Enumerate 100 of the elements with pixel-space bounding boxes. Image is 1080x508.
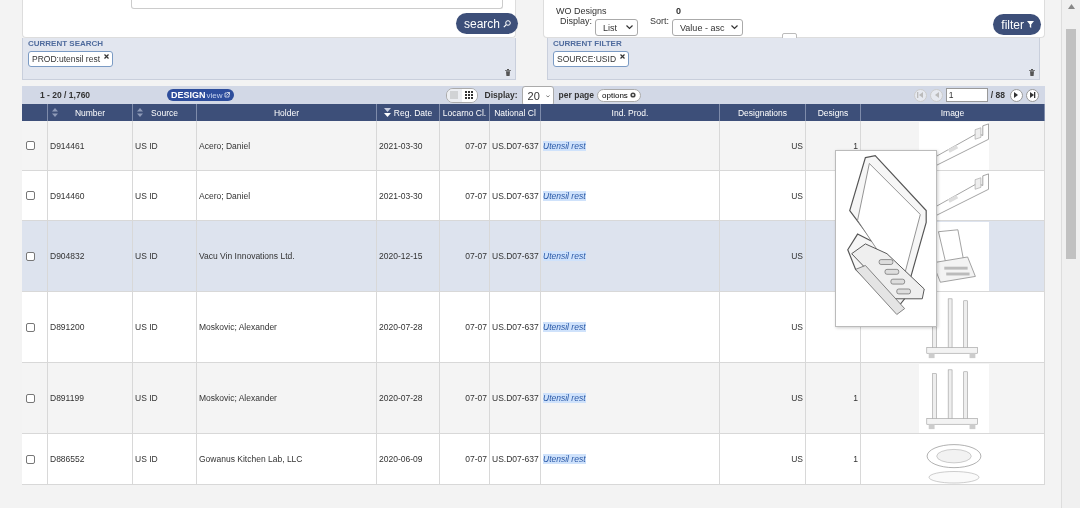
sort-icon[interactable]: [52, 108, 58, 117]
table-row[interactable]: D886552 US ID Gowanus Kitchen Lab, LLC 2020-06-09 07-07 US.D07-637 Utensil rest US 1: [22, 434, 1045, 485]
row-checkbox[interactable]: [26, 393, 35, 403]
table-cell: D891200: [50, 322, 85, 332]
table-cell: US.D07-637: [492, 322, 539, 332]
view-toggle[interactable]: [446, 88, 462, 102]
column-header[interactable]: Image: [861, 104, 1045, 121]
options-button[interactable]: options: [597, 88, 641, 102]
column-header[interactable]: National Cl: [490, 104, 541, 121]
table-cell: US.D07-637: [492, 251, 539, 261]
table-cell: US ID: [135, 140, 158, 151]
close-icon[interactable]: [620, 54, 626, 59]
table-cell: US ID: [135, 251, 158, 261]
table-row[interactable]: D891200 US ID Moskovic; Alexander 2020-07-28 07-07 US.D07-637 Utensil rest US: [22, 292, 1045, 363]
table-cell: US: [791, 322, 803, 332]
funnel-icon: [1027, 21, 1034, 28]
table-cell: 2020-07-28: [379, 393, 423, 403]
table-cell: 2020-07-28: [379, 322, 423, 332]
design-view-button[interactable]: DESIGNview: [167, 89, 234, 101]
table-cell: 1: [853, 393, 858, 403]
table-cell: 1: [853, 140, 858, 151]
product-link[interactable]: Utensil rest: [543, 140, 586, 151]
criteria-tag[interactable]: SOURCE:USID: [553, 51, 630, 67]
trash-icon[interactable]: [1029, 69, 1035, 76]
next-page-button[interactable]: [1010, 88, 1023, 102]
panel-title: CURRENT FILTER: [553, 39, 623, 48]
row-checkbox[interactable]: [26, 141, 35, 150]
table-cell: US ID: [135, 190, 158, 201]
display-select[interactable]: List: [595, 19, 638, 36]
per-page-label: per page: [558, 90, 595, 100]
column-header: [22, 104, 48, 121]
table-cell: US.D07-637: [492, 454, 539, 464]
table-cell: Acero; Daniel: [199, 140, 251, 151]
table-cell: US ID: [135, 322, 158, 332]
trash-icon[interactable]: [505, 69, 511, 76]
search-field[interactable]: [131, 0, 503, 9]
skip-end-icon: [1029, 92, 1036, 98]
criteria-tag[interactable]: PROD:utensil rest: [28, 51, 114, 67]
sort-down-icon[interactable]: [383, 108, 391, 117]
gear-icon: [629, 92, 636, 98]
play-icon: [1013, 92, 1020, 98]
column-header[interactable]: Reg. Date: [377, 104, 440, 121]
scroll-up-icon[interactable]: [1067, 4, 1075, 9]
table-cell: 07-07: [465, 454, 487, 464]
close-icon[interactable]: [104, 54, 110, 59]
table-cell: 07-07: [465, 140, 487, 151]
page-input[interactable]: 1: [945, 88, 988, 102]
column-header[interactable]: Locarno Cl.: [440, 104, 490, 121]
table-cell: Vacu Vin Innovations Ltd.: [199, 251, 295, 261]
column-header[interactable]: Designations: [720, 104, 806, 121]
list-icon: [450, 91, 459, 99]
table-cell: US: [791, 140, 803, 151]
sort-select[interactable]: Value - asc: [672, 19, 744, 36]
column-header[interactable]: Source: [133, 104, 197, 121]
table-cell: US.D07-637: [492, 190, 539, 201]
table-cell: US: [791, 251, 803, 261]
table-cell: 2021-03-30: [379, 190, 423, 201]
table-cell: D914461: [50, 140, 85, 151]
table-cell: US ID: [135, 454, 158, 464]
wo-designs-count: 0: [676, 6, 681, 16]
table-cell: 07-07: [465, 393, 487, 403]
table-cell: Gowanus Kitchen Lab, LLC: [199, 454, 303, 464]
sort-label: Sort:: [650, 16, 670, 26]
result-range: 1 - 20 / 1,760: [40, 90, 92, 100]
grid-icon: [465, 91, 474, 99]
per-page-select[interactable]: 20: [521, 86, 554, 106]
table-row[interactable]: D891199 US ID Moskovic; Alexander 2020-07-28 07-07 US.D07-637 Utensil rest US 1: [22, 363, 1045, 434]
table-cell: US.D07-637: [492, 393, 539, 403]
product-link[interactable]: Utensil rest: [543, 322, 586, 332]
table-cell: Acero; Daniel: [199, 190, 251, 201]
panel-title: CURRENT SEARCH: [28, 39, 105, 48]
row-checkbox[interactable]: [26, 454, 35, 464]
skip-start-icon: [916, 92, 924, 98]
column-header[interactable]: Ind. Prod.: [541, 104, 720, 121]
product-link[interactable]: Utensil rest: [543, 190, 586, 201]
column-header[interactable]: Holder: [197, 104, 377, 121]
product-link[interactable]: Utensil rest: [543, 251, 586, 261]
sort-icon[interactable]: [137, 108, 143, 117]
caret-icon: [545, 93, 550, 99]
table-cell: 07-07: [465, 251, 487, 261]
table-cell: D891199: [50, 393, 84, 403]
row-checkbox[interactable]: [26, 251, 35, 261]
table-cell: Moskovic; Alexander: [199, 322, 277, 332]
product-link[interactable]: Utensil rest: [543, 393, 586, 403]
column-header[interactable]: Designs: [806, 104, 861, 121]
scrollbar-thumb[interactable]: [1066, 29, 1076, 259]
table-cell: D904832: [50, 251, 85, 261]
table-cell: D914460: [50, 190, 85, 201]
table-row[interactable]: D904832 US ID Vacu Vin Innovations Ltd. 2020-12-15 07-07 US.D07-637 Utensil rest US: [22, 221, 1045, 292]
table-cell: 2020-12-15: [379, 251, 423, 261]
last-page-button[interactable]: [1026, 88, 1039, 102]
row-checkbox[interactable]: [26, 322, 35, 332]
row-checkbox[interactable]: [26, 191, 35, 200]
external-link-icon: [223, 92, 230, 98]
table-cell: 2021-03-30: [379, 140, 423, 151]
product-link[interactable]: Utensil rest: [543, 454, 586, 464]
search-button[interactable]: search: [455, 13, 518, 34]
caret-icon: [731, 25, 739, 30]
column-header[interactable]: Number: [48, 104, 133, 121]
filter-button[interactable]: filter: [993, 14, 1041, 35]
